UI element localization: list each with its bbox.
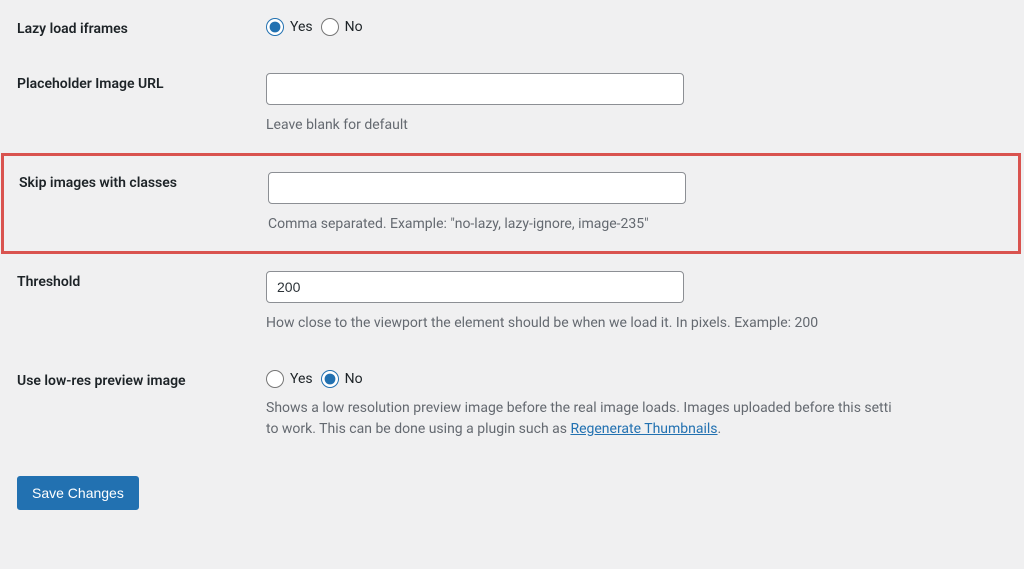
radio-label-lowres-no: No	[345, 371, 363, 387]
desc-lowres-before: Shows a low resolution preview image bef…	[266, 400, 892, 416]
radio-lazy-iframes-no[interactable]	[321, 18, 339, 36]
description-placeholder-url: Leave blank for default	[266, 115, 1009, 136]
field-lazy-iframes: Yes No	[266, 18, 1024, 36]
radio-label-lowres-yes: Yes	[290, 371, 313, 387]
row-threshold: Threshold How close to the viewport the …	[0, 253, 1024, 352]
label-skip-classes: Skip images with classes	[2, 172, 268, 191]
desc-lowres-after: .	[718, 421, 722, 437]
radio-lazy-iframes-yes[interactable]	[266, 18, 284, 36]
field-threshold: How close to the viewport the element sh…	[266, 271, 1024, 334]
row-skip-classes: Skip images with classes Comma separated…	[2, 154, 1020, 253]
label-threshold: Threshold	[0, 271, 266, 290]
description-skip-classes: Comma separated. Example: "no-lazy, lazy…	[268, 214, 1005, 235]
radio-label-yes: Yes	[290, 19, 313, 35]
input-placeholder-url[interactable]	[266, 73, 684, 105]
settings-form: Lazy load iframes Yes No Placeholder Ima…	[0, 0, 1024, 458]
radio-label-no: No	[345, 19, 363, 35]
field-placeholder-url: Leave blank for default	[266, 73, 1024, 136]
field-lowres-preview: Yes No Shows a low resolution preview im…	[266, 370, 1024, 440]
input-skip-classes[interactable]	[268, 172, 686, 204]
label-placeholder-url: Placeholder Image URL	[0, 73, 266, 92]
row-lowres-preview: Use low-res preview image Yes No Shows a…	[0, 352, 1024, 458]
label-lazy-iframes: Lazy load iframes	[0, 18, 266, 37]
label-lowres-preview: Use low-res preview image	[0, 370, 266, 389]
description-lowres-preview: Shows a low resolution preview image bef…	[266, 398, 1009, 440]
input-threshold[interactable]	[266, 271, 684, 303]
desc-lowres-middle: to work. This can be done using a plugin…	[266, 421, 570, 437]
radio-group-lowres-preview: Yes No	[266, 370, 1009, 388]
field-skip-classes: Comma separated. Example: "no-lazy, lazy…	[268, 172, 1020, 235]
row-lazy-iframes: Lazy load iframes Yes No	[0, 0, 1024, 55]
link-regenerate-thumbnails[interactable]: Regenerate Thumbnails	[570, 421, 717, 437]
radio-lowres-no[interactable]	[321, 370, 339, 388]
radio-group-lazy-iframes: Yes No	[266, 18, 1009, 36]
radio-lowres-yes[interactable]	[266, 370, 284, 388]
save-button[interactable]: Save Changes	[17, 476, 139, 510]
description-threshold: How close to the viewport the element sh…	[266, 313, 1009, 334]
row-placeholder-url: Placeholder Image URL Leave blank for de…	[0, 55, 1024, 154]
